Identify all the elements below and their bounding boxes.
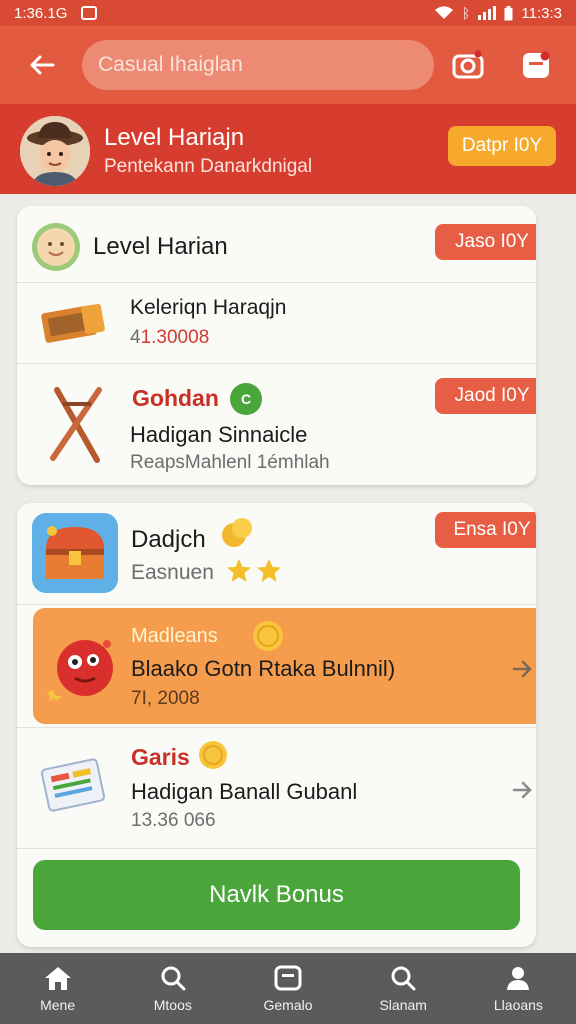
list-item-subtitle: ReapsMahlenl 1émhlah <box>130 452 330 473</box>
list-item-title: Keleriqn Haraqjn <box>130 296 287 319</box>
signal-icon <box>478 6 497 20</box>
ticket-icon <box>41 303 105 343</box>
profile-banner: Level Hariajn Pentekann Danarkdnigal Dat… <box>0 104 576 194</box>
list-item[interactable]: Gohdan C Hadigan Sinnaicle ReapsMahlenl … <box>17 364 536 485</box>
search-bar[interactable] <box>82 40 434 90</box>
camera-button[interactable] <box>448 45 488 85</box>
daily-level-card: Level Harian Jaso I0Y Keleriqn Haraqjn 4… <box>17 206 536 485</box>
avatar[interactable] <box>20 116 90 186</box>
card2-header-button[interactable]: Ensa I0Y <box>435 512 536 548</box>
chevron-right-icon <box>512 660 532 678</box>
card1-header-button[interactable]: Jaso I0Y <box>435 224 536 260</box>
profile-title: Level Hariajn <box>104 124 245 151</box>
nav-label: Llaoans <box>493 996 543 1013</box>
divider <box>17 848 536 849</box>
games-icon <box>274 965 302 990</box>
home-icon <box>44 966 71 990</box>
card1-title: Level Harian <box>93 233 228 260</box>
card2-title: Dadjch <box>131 526 206 553</box>
notification-icon <box>523 51 550 78</box>
card1-row-button[interactable]: Jaod I0Y <box>435 378 536 414</box>
status-bar: 1:36.1G ᛒ 11:3:3 <box>0 0 576 26</box>
stars-icon <box>227 559 281 582</box>
list-item-title: Blaako Gotn Rtaka Bulnnil) <box>131 656 396 681</box>
list-item-orange-title: Madleans <box>131 625 218 647</box>
profile-icon <box>507 966 530 990</box>
list-item-title: Hadigan Sinnaicle <box>130 422 308 447</box>
newspaper-icon <box>40 758 106 812</box>
battery-icon <box>504 5 513 20</box>
coin-badge-label: C <box>240 391 252 407</box>
profile-subtitle: Pentekann Danarkdnigal <box>104 156 313 177</box>
nav-label: Gemalo <box>263 996 313 1013</box>
bottom-navigation: Mene Mtoos Gemalo Slanam Llaoans <box>0 953 576 1024</box>
search-icon <box>161 966 186 990</box>
nav-item-games[interactable]: Gemalo <box>230 953 345 1024</box>
gold-coin-icon <box>253 621 283 651</box>
card2-subtitle: Easnuen <box>131 561 214 584</box>
back-arrow-icon <box>30 55 55 75</box>
crossed-sticks-icon <box>50 387 102 463</box>
explore-icon <box>391 966 416 990</box>
smiley-face-icon <box>32 223 80 271</box>
notification-button[interactable] <box>516 45 556 85</box>
nav-item-explore[interactable]: Slanam <box>346 953 461 1024</box>
wifi-icon <box>435 6 453 20</box>
nav-item-profile[interactable]: Llaoans <box>461 953 576 1024</box>
list-item-title: Hadigan Banall Gubanl <box>131 779 358 804</box>
red-monster-icon <box>47 640 113 702</box>
coin-stack-icon <box>222 518 252 547</box>
list-item[interactable]: Garis Hadigan Banall Gubanl 13.36 066 <box>17 728 536 848</box>
list-item-red-title: Garis <box>131 744 190 770</box>
gold-coin-icon <box>199 741 227 769</box>
profile-action-button[interactable]: Datpr I0Y <box>448 126 556 166</box>
value-number: 1.30008 <box>140 327 210 348</box>
divider <box>17 604 536 605</box>
top-app-bar <box>0 26 576 104</box>
nav-label: Slanam <box>379 996 427 1013</box>
status-time: 1:36.1G <box>14 4 68 22</box>
bonus-button[interactable]: Navlk Bonus <box>33 860 520 930</box>
avatar-image <box>20 116 90 186</box>
card1-header: Level Harian Jaso I0Y <box>17 206 536 282</box>
highlighted-list-item[interactable]: Madleans Blaako Gotn Rtaka Bulnnil) 7I, … <box>33 608 536 724</box>
card2-header: Dadjch Easnuen Ensa I0Y <box>17 503 536 604</box>
chevron-right-icon <box>512 781 532 799</box>
list-item-red-title: Gohdan <box>132 385 219 411</box>
list-item-value: 7I, 2008 <box>131 688 200 709</box>
treasure-chest-icon <box>32 513 118 593</box>
back-button[interactable] <box>22 45 62 85</box>
list-item-value: 13.36 066 <box>131 810 216 831</box>
bluetooth-icon: ᛒ <box>462 5 471 21</box>
nav-label: Mtoos <box>153 996 192 1013</box>
list-item-value: 41.30008 <box>130 327 209 349</box>
notification-square-icon <box>81 6 98 20</box>
list-item[interactable]: Keleriqn Haraqjn 41.30008 <box>17 283 536 363</box>
search-input[interactable] <box>98 53 418 77</box>
status-clock: 11:3:3 <box>521 4 562 22</box>
nav-item-home[interactable]: Mene <box>0 953 115 1024</box>
nav-item-search[interactable]: Mtoos <box>115 953 230 1024</box>
camera-icon <box>452 50 484 79</box>
value-prefix: 4 <box>130 327 141 348</box>
rewards-card: Dadjch Easnuen Ensa I0Y Madleans Blaako … <box>17 503 536 947</box>
coin-badge: C <box>230 383 262 415</box>
nav-label: Mene <box>40 996 76 1013</box>
